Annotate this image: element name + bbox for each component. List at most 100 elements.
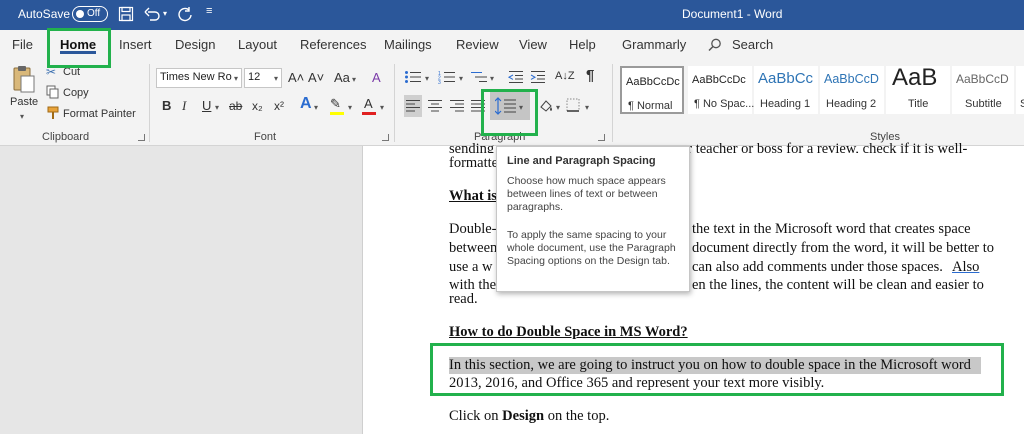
- doc-bold-text: Design: [502, 408, 545, 424]
- document-canvas: [0, 146, 362, 434]
- autosave-toggle[interactable]: Off: [72, 6, 108, 22]
- shading-dropdown-icon[interactable]: ▾: [556, 103, 560, 112]
- align-left-icon[interactable]: [406, 99, 420, 113]
- shrink-font-icon[interactable]: A˅: [308, 70, 324, 86]
- style-preview: AaBbCc: [758, 70, 814, 87]
- undo-dropdown-icon[interactable]: ▾: [163, 9, 167, 18]
- group-separator: [149, 64, 150, 142]
- doc-link-text: Also: [952, 259, 980, 275]
- doc-heading: How to do Double Space in MS Word?: [449, 324, 688, 340]
- subscript-icon[interactable]: x₂: [252, 98, 263, 114]
- redo-icon[interactable]: [176, 6, 194, 22]
- doc-text-line: Click on Design on the top.: [449, 408, 609, 425]
- doc-text-line: ur teacher or boss for a review, check i…: [680, 141, 968, 153]
- bullets-icon[interactable]: [404, 70, 422, 84]
- undo-icon[interactable]: [144, 6, 162, 22]
- style-name: Heading 2: [826, 98, 877, 110]
- increase-indent-icon[interactable]: [530, 70, 546, 84]
- style-title[interactable]: AaB Title: [886, 64, 950, 114]
- shading-icon[interactable]: [538, 98, 554, 114]
- style-heading-1[interactable]: AaBbCc Heading 1: [754, 66, 818, 114]
- highlight-color-swatch: [330, 112, 344, 115]
- home-tab-highlight: [47, 28, 111, 68]
- title-bar: AutoSave Off ▾ ≡ Document1 - Word: [0, 0, 1024, 30]
- superscript-icon[interactable]: x²: [274, 98, 284, 114]
- show-formatting-icon[interactable]: ¶: [586, 68, 594, 84]
- change-case-dropdown-icon[interactable]: ▾: [352, 75, 356, 84]
- paste-dropdown-icon[interactable]: ▾: [20, 112, 24, 121]
- borders-icon[interactable]: [566, 98, 580, 112]
- customize-toolbar-icon[interactable]: ≡: [206, 5, 212, 17]
- numbering-icon[interactable]: 1 2 3: [438, 70, 456, 84]
- borders-dropdown-icon[interactable]: ▾: [585, 103, 589, 112]
- tab-grammarly[interactable]: Grammarly: [622, 37, 686, 52]
- save-icon[interactable]: [118, 6, 134, 22]
- toggle-knob: [76, 10, 84, 18]
- decrease-indent-icon[interactable]: [508, 70, 524, 84]
- style-preview: AaBbCcD: [824, 72, 879, 86]
- tab-mailings[interactable]: Mailings: [384, 37, 432, 52]
- font-family-select[interactable]: Times New Ro: [156, 68, 242, 88]
- highlight-dropdown-icon[interactable]: ▾: [348, 103, 352, 112]
- font-family-dropdown-icon[interactable]: ▾: [234, 74, 238, 83]
- style-no-spacing[interactable]: AaBbCcDc ¶ No Spac...: [688, 66, 754, 114]
- numbering-dropdown-icon[interactable]: ▾: [459, 74, 463, 83]
- highlight-icon[interactable]: ✎: [330, 96, 341, 112]
- underline-icon[interactable]: U: [202, 98, 211, 114]
- font-launcher-icon[interactable]: [382, 134, 389, 141]
- font-color-icon[interactable]: A: [364, 96, 373, 112]
- paste-label[interactable]: Paste: [10, 96, 38, 108]
- multilevel-dropdown-icon[interactable]: ▾: [490, 74, 494, 83]
- multilevel-list-icon[interactable]: [470, 70, 488, 84]
- style-normal[interactable]: AaBbCcDc ¶ Normal: [620, 66, 684, 114]
- style-more[interactable]: S: [1016, 66, 1024, 114]
- font-size-dropdown-icon[interactable]: ▾: [274, 74, 278, 83]
- font-color-dropdown-icon[interactable]: ▾: [380, 103, 384, 112]
- paragraph-launcher-icon[interactable]: [598, 134, 605, 141]
- strikethrough-icon[interactable]: ab: [229, 98, 242, 114]
- tab-design[interactable]: Design: [175, 37, 215, 52]
- selected-text-highlight: [430, 343, 1004, 396]
- style-subtitle[interactable]: AaBbCcD Subtitle: [952, 66, 1014, 114]
- style-name: S: [1020, 98, 1024, 110]
- font-group-label: Font: [254, 131, 277, 143]
- text-effects-icon[interactable]: A: [300, 96, 312, 112]
- format-painter-label[interactable]: Format Painter: [63, 108, 136, 120]
- align-right-icon[interactable]: [450, 99, 464, 113]
- underline-dropdown-icon[interactable]: ▾: [215, 103, 219, 112]
- sort-icon[interactable]: A↓Z: [555, 68, 575, 84]
- doc-text-line: Double-: [449, 221, 497, 237]
- paste-icon[interactable]: [12, 64, 36, 96]
- doc-text-line: document directly from the word, it will…: [692, 240, 995, 256]
- tab-references[interactable]: References: [300, 37, 366, 52]
- bold-icon[interactable]: B: [162, 98, 171, 114]
- group-separator: [612, 64, 613, 142]
- format-painter-icon[interactable]: [46, 106, 60, 120]
- grow-font-icon[interactable]: A˄: [288, 70, 304, 86]
- change-case-icon[interactable]: Aa: [334, 70, 350, 86]
- doc-text-line: can also add comments under those spaces…: [692, 259, 943, 275]
- style-name: Subtitle: [965, 98, 1002, 110]
- doc-text-line: use a w: [449, 259, 493, 275]
- doc-text-run: on the top.: [547, 408, 610, 424]
- italic-icon[interactable]: I: [182, 98, 186, 114]
- copy-icon[interactable]: [46, 85, 60, 99]
- search-icon[interactable]: [708, 38, 722, 52]
- align-center-icon[interactable]: [428, 99, 442, 113]
- text-effects-dropdown-icon[interactable]: ▾: [314, 103, 318, 112]
- clipboard-launcher-icon[interactable]: [138, 134, 145, 141]
- tab-view[interactable]: View: [519, 37, 547, 52]
- search-label[interactable]: Search: [732, 37, 773, 52]
- tab-review[interactable]: Review: [456, 37, 499, 52]
- tab-layout[interactable]: Layout: [238, 37, 277, 52]
- clear-formatting-icon[interactable]: A: [372, 70, 381, 86]
- copy-label[interactable]: Copy: [63, 87, 89, 99]
- style-heading-2[interactable]: AaBbCcD Heading 2: [820, 66, 884, 114]
- tab-help[interactable]: Help: [569, 37, 596, 52]
- tab-file[interactable]: File: [12, 37, 33, 52]
- tab-insert[interactable]: Insert: [119, 37, 152, 52]
- bullets-dropdown-icon[interactable]: ▾: [425, 74, 429, 83]
- autosave-label: AutoSave: [18, 7, 71, 21]
- doc-text-line: read.: [449, 291, 478, 307]
- doc-heading: What is: [449, 188, 497, 204]
